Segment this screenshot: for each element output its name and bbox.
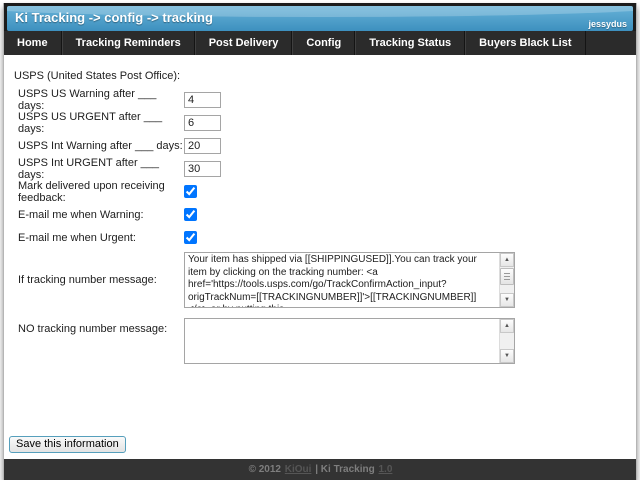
checkbox-label: E-mail me when Urgent:: [18, 232, 184, 244]
footer-copyright: © 2012: [249, 464, 281, 475]
config-form: USPS (United States Post Office): USPS U…: [4, 70, 636, 459]
usps-us-warning-days-input[interactable]: [184, 92, 221, 108]
tab-buyers-black-list[interactable]: Buyers Black List: [465, 31, 585, 55]
no-tracking-message-textarea[interactable]: ▲ ▼: [184, 318, 515, 364]
top-header: Ki Tracking -> config -> tracking jessyd…: [4, 3, 636, 31]
scrollbar-track[interactable]: [500, 333, 514, 349]
mark-delivered-checkbox[interactable]: [184, 185, 197, 198]
tab-home[interactable]: Home: [4, 31, 62, 55]
scroll-up-icon[interactable]: ▲: [500, 253, 514, 267]
header-blue-bar: Ki Tracking -> config -> tracking jessyd…: [7, 6, 633, 31]
textarea-scrollbar[interactable]: ▲ ▼: [499, 319, 514, 363]
checkbox-row-email-urgent: E-mail me when Urgent:: [18, 226, 636, 249]
scroll-down-icon[interactable]: ▼: [500, 349, 514, 363]
checkbox-row-email-warning: E-mail me when Warning:: [18, 203, 636, 226]
footer-app-name: | Ki Tracking: [315, 464, 374, 475]
main-nav: Home Tracking Reminders Post Delivery Co…: [4, 31, 636, 55]
footer-version-link[interactable]: 1.0: [379, 464, 393, 475]
textarea-row-if-tracking: If tracking number message: Your item ha…: [18, 252, 636, 308]
checkbox-label: E-mail me when Warning:: [18, 209, 184, 221]
scrollbar-track[interactable]: [500, 286, 514, 293]
app-window: Ki Tracking -> config -> tracking jessyd…: [3, 3, 637, 480]
footer-brand-link[interactable]: KiOui: [285, 464, 312, 475]
textarea-label: NO tracking number message:: [18, 323, 184, 335]
field-row-usps-int-urgent: USPS Int URGENT after ___ days:: [18, 157, 636, 180]
logged-in-username: jessydus: [588, 19, 627, 29]
checkbox-row-mark-delivered: Mark delivered upon receiving feedback:: [18, 180, 636, 203]
field-label: USPS Int Warning after ___ days:: [18, 140, 184, 152]
field-row-usps-us-warning: USPS US Warning after ___ days:: [18, 88, 636, 111]
scrollbar-thumb[interactable]: [500, 268, 514, 285]
field-row-usps-us-urgent: USPS US URGENT after ___ days:: [18, 111, 636, 134]
breadcrumb-title: Ki Tracking -> config -> tracking: [15, 10, 213, 25]
textarea-scrollbar[interactable]: ▲ ▼: [499, 253, 514, 307]
section-title: USPS (United States Post Office):: [14, 70, 636, 82]
tab-tracking-reminders[interactable]: Tracking Reminders: [62, 31, 195, 55]
textarea-label: If tracking number message:: [18, 274, 184, 286]
email-warning-checkbox[interactable]: [184, 208, 197, 221]
tab-post-delivery[interactable]: Post Delivery: [195, 31, 293, 55]
scroll-down-icon[interactable]: ▼: [500, 293, 514, 307]
email-urgent-checkbox[interactable]: [184, 231, 197, 244]
tab-tracking-status[interactable]: Tracking Status: [355, 31, 465, 55]
textarea-text[interactable]: [185, 319, 499, 363]
checkbox-label: Mark delivered upon receiving feedback:: [18, 180, 184, 204]
textarea-row-no-tracking: NO tracking number message: ▲ ▼: [18, 318, 636, 364]
usps-us-urgent-days-input[interactable]: [184, 115, 221, 131]
usps-int-warning-days-input[interactable]: [184, 138, 221, 154]
if-tracking-message-textarea[interactable]: Your item has shipped via [[SHIPPINGUSED…: [184, 252, 515, 308]
field-row-usps-int-warning: USPS Int Warning after ___ days:: [18, 134, 636, 157]
field-label: USPS Int URGENT after ___ days:: [18, 157, 184, 181]
field-label: USPS US URGENT after ___ days:: [18, 111, 184, 135]
textarea-text[interactable]: Your item has shipped via [[SHIPPINGUSED…: [185, 253, 499, 307]
tab-config[interactable]: Config: [292, 31, 355, 55]
scroll-up-icon[interactable]: ▲: [500, 319, 514, 333]
usps-int-urgent-days-input[interactable]: [184, 161, 221, 177]
footer: © 2012 KiOui | Ki Tracking 1.0: [4, 459, 636, 480]
save-button[interactable]: Save this information: [9, 436, 126, 453]
field-label: USPS US Warning after ___ days:: [18, 88, 184, 112]
